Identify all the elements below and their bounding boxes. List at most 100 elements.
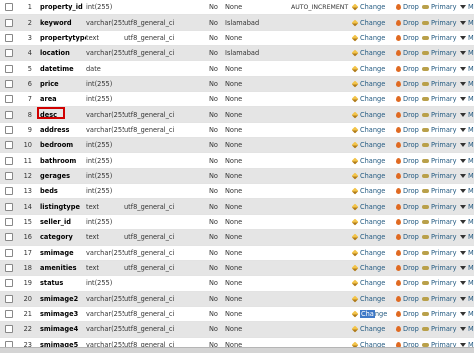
- change-button[interactable]: Change: [352, 30, 396, 47]
- more-dropdown[interactable]: More: [460, 14, 474, 31]
- row-checkbox[interactable]: [5, 156, 13, 165]
- drop-button[interactable]: Drop: [396, 275, 422, 292]
- row-checkbox[interactable]: [5, 79, 13, 88]
- row-checkbox[interactable]: [5, 217, 13, 226]
- more-dropdown[interactable]: More: [460, 106, 474, 123]
- row-checkbox-cell[interactable]: [0, 91, 18, 108]
- primary-button[interactable]: Primary: [422, 122, 460, 139]
- more-dropdown[interactable]: More: [460, 245, 474, 261]
- row-checkbox[interactable]: [5, 279, 13, 288]
- drop-button[interactable]: Drop: [396, 306, 422, 323]
- change-button[interactable]: Change: [352, 321, 396, 338]
- primary-button[interactable]: Primary: [422, 198, 460, 215]
- primary-button[interactable]: Primary: [422, 260, 460, 277]
- more-dropdown[interactable]: More: [460, 229, 474, 246]
- more-dropdown[interactable]: More: [460, 76, 474, 93]
- primary-button[interactable]: Primary: [422, 137, 460, 154]
- row-checkbox-cell[interactable]: [0, 122, 18, 139]
- primary-button[interactable]: Primary: [422, 14, 460, 31]
- row-checkbox[interactable]: [5, 187, 13, 196]
- change-button[interactable]: Change: [352, 168, 396, 185]
- row-checkbox[interactable]: [5, 233, 13, 242]
- change-button[interactable]: Change: [352, 198, 396, 215]
- row-checkbox-cell[interactable]: [0, 76, 18, 93]
- row-checkbox-cell[interactable]: [0, 168, 18, 185]
- change-button[interactable]: Change: [352, 306, 396, 323]
- more-dropdown[interactable]: More: [460, 306, 474, 323]
- more-dropdown[interactable]: More: [460, 45, 474, 62]
- change-button[interactable]: Change: [352, 122, 396, 139]
- row-checkbox[interactable]: [5, 125, 13, 134]
- primary-button[interactable]: Primary: [422, 291, 460, 307]
- change-button[interactable]: Change: [352, 229, 396, 246]
- more-dropdown[interactable]: More: [460, 260, 474, 277]
- more-dropdown[interactable]: More: [460, 291, 474, 307]
- row-checkbox[interactable]: [5, 310, 13, 319]
- row-checkbox-cell[interactable]: [0, 0, 18, 16]
- drop-button[interactable]: Drop: [396, 321, 422, 338]
- row-checkbox-cell[interactable]: [0, 198, 18, 215]
- row-checkbox[interactable]: [5, 49, 13, 58]
- change-button[interactable]: Change: [352, 275, 396, 292]
- change-button[interactable]: Change: [352, 76, 396, 93]
- row-checkbox-cell[interactable]: [0, 214, 18, 231]
- drop-button[interactable]: Drop: [396, 14, 422, 31]
- row-checkbox-cell[interactable]: [0, 60, 18, 77]
- primary-button[interactable]: Primary: [422, 60, 460, 77]
- row-checkbox-cell[interactable]: [0, 30, 18, 47]
- row-checkbox-cell[interactable]: [0, 245, 18, 261]
- row-checkbox-cell[interactable]: [0, 152, 18, 169]
- change-button[interactable]: Change: [352, 45, 396, 62]
- row-checkbox[interactable]: [5, 248, 13, 257]
- row-checkbox[interactable]: [5, 18, 13, 27]
- change-button[interactable]: Change: [352, 0, 396, 16]
- change-button[interactable]: Change: [352, 137, 396, 154]
- row-checkbox[interactable]: [5, 171, 13, 180]
- more-dropdown[interactable]: More: [460, 91, 474, 108]
- row-checkbox-cell[interactable]: [0, 106, 18, 123]
- change-button[interactable]: Change: [352, 106, 396, 123]
- drop-button[interactable]: Drop: [396, 30, 422, 47]
- drop-button[interactable]: Drop: [396, 122, 422, 139]
- primary-button[interactable]: Primary: [422, 229, 460, 246]
- change-button[interactable]: Change: [352, 152, 396, 169]
- more-dropdown[interactable]: More: [460, 321, 474, 338]
- primary-button[interactable]: Primary: [422, 152, 460, 169]
- row-checkbox-cell[interactable]: [0, 45, 18, 62]
- row-checkbox-cell[interactable]: [0, 14, 18, 31]
- primary-button[interactable]: Primary: [422, 76, 460, 93]
- drop-button[interactable]: Drop: [396, 76, 422, 93]
- drop-button[interactable]: Drop: [396, 91, 422, 108]
- change-button[interactable]: Change: [352, 260, 396, 277]
- drop-button[interactable]: Drop: [396, 291, 422, 307]
- primary-button[interactable]: Primary: [422, 0, 460, 16]
- more-dropdown[interactable]: More: [460, 60, 474, 77]
- drop-button[interactable]: Drop: [396, 60, 422, 77]
- more-dropdown[interactable]: More: [460, 183, 474, 200]
- row-checkbox-cell[interactable]: [0, 291, 18, 307]
- drop-button[interactable]: Drop: [396, 214, 422, 231]
- row-checkbox[interactable]: [5, 33, 13, 42]
- more-dropdown[interactable]: More: [460, 137, 474, 154]
- row-checkbox[interactable]: [5, 141, 13, 150]
- change-button[interactable]: Change: [352, 245, 396, 261]
- drop-button[interactable]: Drop: [396, 245, 422, 261]
- more-dropdown[interactable]: More: [460, 168, 474, 185]
- drop-button[interactable]: Drop: [396, 229, 422, 246]
- drop-button[interactable]: Drop: [396, 198, 422, 215]
- primary-button[interactable]: Primary: [422, 183, 460, 200]
- row-checkbox-cell[interactable]: [0, 306, 18, 323]
- row-checkbox-cell[interactable]: [0, 229, 18, 246]
- more-dropdown[interactable]: More: [460, 214, 474, 231]
- row-checkbox[interactable]: [5, 110, 13, 119]
- change-button[interactable]: Change: [352, 214, 396, 231]
- more-dropdown[interactable]: More: [460, 198, 474, 215]
- row-checkbox-cell[interactable]: [0, 321, 18, 338]
- more-dropdown[interactable]: More: [460, 122, 474, 139]
- change-button[interactable]: Change: [352, 60, 396, 77]
- drop-button[interactable]: Drop: [396, 106, 422, 123]
- primary-button[interactable]: Primary: [422, 275, 460, 292]
- primary-button[interactable]: Primary: [422, 30, 460, 47]
- drop-button[interactable]: Drop: [396, 45, 422, 62]
- change-button[interactable]: Change: [352, 183, 396, 200]
